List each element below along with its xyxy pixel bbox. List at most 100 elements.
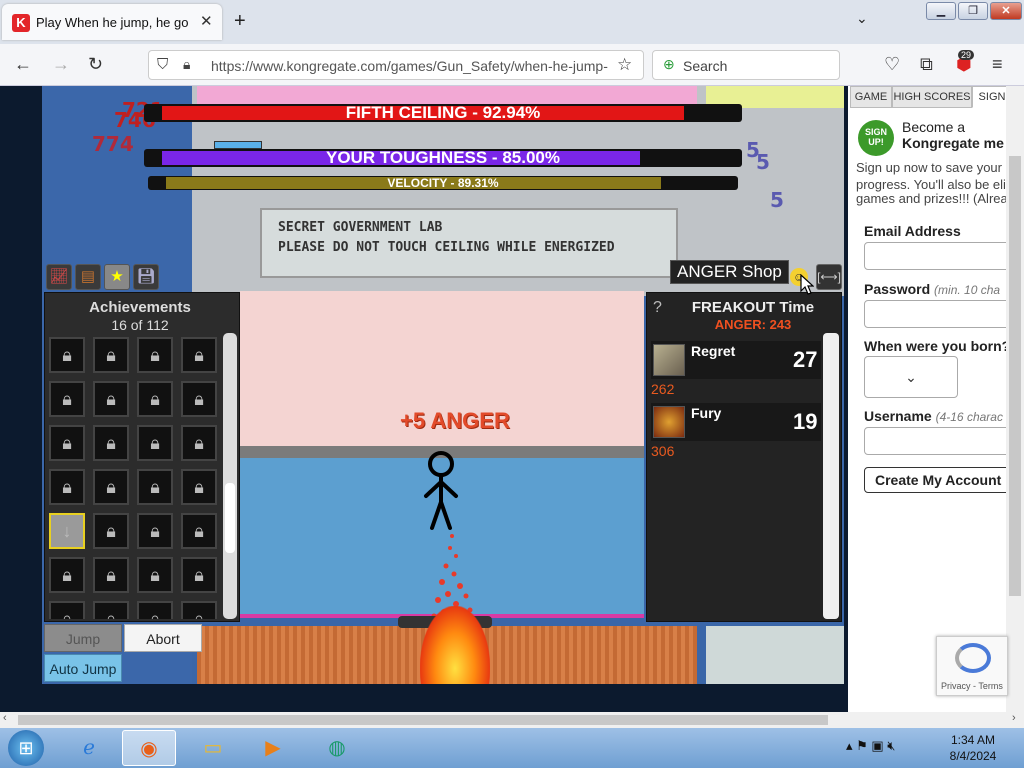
extensions-icon[interactable]: ⧉ bbox=[920, 54, 933, 75]
new-tab-icon[interactable]: + bbox=[234, 10, 246, 33]
url-text[interactable]: https://www.kongregate.com/games/Gun_Saf… bbox=[211, 58, 611, 74]
password-label: Password (min. 10 cha bbox=[864, 281, 1000, 297]
lock-icon[interactable]: 🔒︎ bbox=[137, 557, 173, 593]
lock-icon[interactable]: 🔒︎ bbox=[137, 337, 173, 373]
shop-item-regret[interactable]: Regret 27 bbox=[651, 341, 821, 379]
username-field[interactable] bbox=[864, 427, 1014, 455]
system-tray[interactable]: ▴ ⚑ ▣ 🔇︎ bbox=[846, 738, 896, 754]
anger-shop-label[interactable]: ANGER Shop bbox=[670, 260, 789, 284]
ceiling-bar-label: FIFTH CEILING - 92.94% bbox=[345, 104, 541, 122]
media-player-icon[interactable]: ▶ bbox=[246, 730, 300, 766]
tab-high-scores[interactable]: HIGH SCORES bbox=[892, 86, 972, 108]
panel-tabs: 📈︎ ▤ ★ 💾︎ bbox=[44, 264, 164, 292]
horizontal-scroll-thumb[interactable] bbox=[18, 715, 828, 725]
lock-icon[interactable]: 🔒︎ bbox=[49, 337, 85, 373]
lock-icon[interactable]: 🔒︎ bbox=[49, 381, 85, 417]
lock-icon[interactable]: 🔒︎ bbox=[181, 381, 217, 417]
achievement-unlocked[interactable]: ↓ bbox=[49, 513, 85, 549]
save-disk-icon[interactable]: 💾︎ bbox=[133, 264, 159, 290]
close-tab-icon[interactable]: ✕ bbox=[200, 12, 213, 30]
lock-icon[interactable]: 🔒︎ bbox=[183, 56, 190, 73]
taskbar-clock[interactable]: 1:34 AM 8/4/2024 bbox=[946, 732, 1000, 764]
lock-icon[interactable]: 🔒︎ bbox=[93, 557, 129, 593]
freakout-scrollbar[interactable] bbox=[823, 333, 839, 619]
jump-button[interactable]: Jump bbox=[44, 624, 122, 652]
pocket-icon[interactable]: ♡ bbox=[884, 54, 900, 75]
page-vertical-scrollbar[interactable] bbox=[1006, 86, 1024, 712]
tab-game[interactable]: GAME bbox=[850, 86, 892, 108]
birth-month-select[interactable]: ⌄ bbox=[864, 356, 958, 398]
stats-chart-icon[interactable]: 📈︎ bbox=[46, 264, 72, 290]
lock-icon[interactable]: 🔒︎ bbox=[93, 513, 129, 549]
scroll-left-icon[interactable]: ‹ bbox=[3, 712, 7, 724]
sign-line-2: PLEASE DO NOT TOUCH CEILING WHILE ENERGI… bbox=[278, 240, 615, 255]
lock-icon[interactable]: 🔒︎ bbox=[137, 601, 173, 619]
search-engine-icon: ⊕ bbox=[663, 56, 675, 72]
recaptcha-links[interactable]: Privacy - Terms bbox=[941, 681, 1003, 691]
lock-icon[interactable]: 🔒︎ bbox=[93, 469, 129, 505]
shield-icon[interactable]: ⛉ bbox=[157, 56, 168, 73]
bookmark-star-icon[interactable]: ☆ bbox=[617, 55, 632, 75]
lock-icon[interactable]: 🔒︎ bbox=[181, 337, 217, 373]
search-bar[interactable]: ⊕ Search bbox=[652, 50, 840, 80]
shop-list-icon[interactable]: ▤ bbox=[75, 264, 101, 290]
shop-item-name: Fury bbox=[691, 405, 722, 421]
page-horizontal-scrollbar[interactable]: ‹ › bbox=[0, 712, 1024, 728]
shop-item-fury[interactable]: Fury 19 bbox=[651, 403, 821, 441]
back-arrow-icon[interactable]: ← bbox=[14, 54, 32, 75]
lock-icon[interactable]: 🔒︎ bbox=[137, 469, 173, 505]
lock-icon[interactable]: 🔒︎ bbox=[49, 469, 85, 505]
lock-icon[interactable]: 🔒︎ bbox=[49, 601, 85, 619]
chevron-down-icon[interactable]: ⌄ bbox=[856, 10, 868, 27]
game-canvas[interactable]: SECRET GOVERNMENT LAB PLEASE DO NOT TOUC… bbox=[42, 86, 844, 684]
windows-start-icon[interactable]: ⊞ bbox=[8, 730, 44, 766]
freakout-panel: ? FREAKOUT Time ANGER: 243 Regret 27 262… bbox=[646, 292, 842, 622]
expand-brackets-icon[interactable]: [⟷] bbox=[816, 264, 842, 290]
lock-icon[interactable]: 🔒︎ bbox=[181, 513, 217, 549]
menu-icon[interactable]: ≡ bbox=[992, 54, 1003, 75]
lock-icon[interactable]: 🔒︎ bbox=[181, 469, 217, 505]
achievements-count: 16 of 112 bbox=[111, 317, 169, 333]
freakout-title: FREAKOUT Time bbox=[691, 299, 815, 316]
lock-icon[interactable]: 🔒︎ bbox=[93, 381, 129, 417]
lock-icon[interactable]: 🔒︎ bbox=[137, 513, 173, 549]
help-question-icon[interactable]: ? bbox=[653, 299, 662, 317]
mouse-cursor-icon bbox=[800, 274, 814, 295]
lock-icon[interactable]: 🔒︎ bbox=[181, 601, 217, 619]
scroll-right-icon[interactable]: › bbox=[1012, 712, 1016, 724]
url-bar[interactable]: ⛉ 🔒︎ https://www.kongregate.com/games/Gu… bbox=[148, 50, 644, 80]
password-field[interactable] bbox=[864, 300, 1014, 328]
toughness-bar-label: YOUR TOUGHNESS - 85.00% bbox=[326, 149, 560, 167]
achievements-scroll-thumb[interactable] bbox=[225, 483, 235, 553]
window-close-button[interactable]: ✕ bbox=[990, 2, 1022, 20]
lock-icon[interactable]: 🔒︎ bbox=[49, 425, 85, 461]
file-explorer-icon[interactable]: ▭ bbox=[186, 730, 240, 766]
vertical-scroll-thumb[interactable] bbox=[1009, 156, 1021, 596]
window-restore-button[interactable]: ❐ bbox=[958, 2, 988, 20]
create-account-button[interactable]: Create My Account bbox=[864, 467, 1014, 493]
recaptcha-badge[interactable]: Privacy - Terms bbox=[936, 636, 1008, 696]
email-field[interactable] bbox=[864, 242, 1014, 270]
username-hint: (4-16 charac bbox=[935, 410, 1003, 424]
lock-icon[interactable]: 🔒︎ bbox=[137, 425, 173, 461]
lock-icon[interactable]: 🔒︎ bbox=[49, 557, 85, 593]
lock-icon[interactable]: 🔒︎ bbox=[181, 425, 217, 461]
firefox-icon[interactable]: ◉ bbox=[122, 730, 176, 766]
ceiling-health-bar: FIFTH CEILING - 92.94% bbox=[144, 104, 742, 122]
lock-icon[interactable]: 🔒︎ bbox=[181, 557, 217, 593]
kongregate-logo-icon: K bbox=[12, 14, 30, 32]
auto-jump-button[interactable]: Auto Jump bbox=[44, 654, 122, 682]
forward-arrow-icon[interactable]: → bbox=[52, 54, 70, 75]
internet-explorer-icon[interactable]: ℯ bbox=[62, 730, 116, 766]
window-minimize-button[interactable]: ▁ bbox=[926, 2, 956, 20]
app-icon[interactable]: ◍ bbox=[310, 730, 364, 766]
achievements-star-icon[interactable]: ★ bbox=[104, 264, 130, 290]
lock-icon[interactable]: 🔒︎ bbox=[93, 601, 129, 619]
lock-icon[interactable]: 🔒︎ bbox=[93, 337, 129, 373]
browser-tab[interactable]: K Play When he jump, he go up ha ✕ bbox=[2, 4, 222, 40]
abort-button[interactable]: Abort bbox=[124, 624, 202, 652]
lock-icon[interactable]: 🔒︎ bbox=[137, 381, 173, 417]
achievements-scrollbar[interactable] bbox=[223, 333, 237, 619]
lock-icon[interactable]: 🔒︎ bbox=[93, 425, 129, 461]
reload-icon[interactable]: ↻ bbox=[88, 54, 103, 75]
